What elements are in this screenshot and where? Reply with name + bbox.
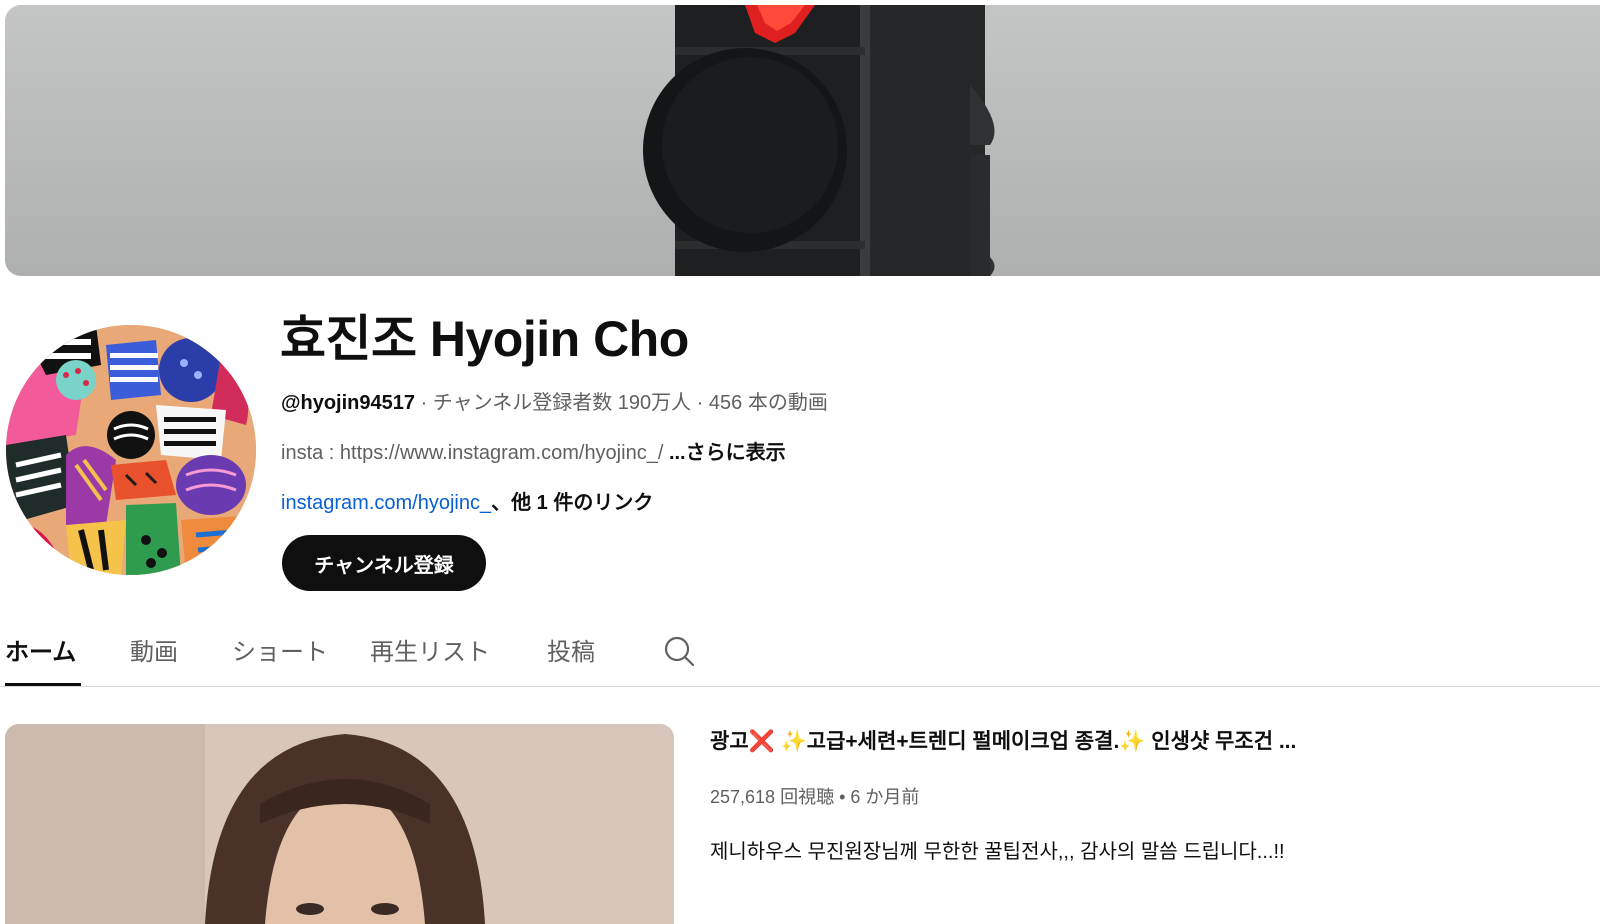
description-text: insta : https://www.instagram.com/hyojin… (281, 442, 669, 464)
meta-separator: · (691, 392, 709, 414)
tab-playlists[interactable]: 再生リスト (370, 632, 490, 667)
channel-avatar[interactable] (6, 325, 256, 575)
video-count: 456 本の動画 (708, 392, 828, 414)
abstract-pattern-avatar-image (6, 325, 256, 575)
upload-age: 6 か月前 (850, 787, 920, 807)
show-more-button[interactable]: ...さらに表示 (669, 442, 786, 464)
meta-dot: • (834, 787, 851, 807)
channel-name: 효진조 Hyojin Cho (280, 311, 689, 367)
active-tab-indicator (5, 683, 81, 686)
view-count: 257,618 回視聴 (710, 787, 835, 807)
tab-posts[interactable]: 投稿 (547, 632, 595, 667)
featured-video-description: 제니하우스 무진원장님께 무한한 꿀팁전사,,, 감사의 말씀 드립니다...!… (710, 841, 1285, 863)
tab-videos[interactable]: 動画 (130, 632, 178, 667)
meta-separator: · (415, 392, 433, 414)
channel-handle: @hyojin94517 (281, 392, 416, 414)
subscriber-count: チャンネル登録者数 190万人 (432, 392, 692, 414)
channel-banner (5, 5, 1600, 276)
tab-shorts[interactable]: ショート (232, 632, 328, 667)
traffic-light-banner-image (643, 5, 995, 276)
subscribe-button[interactable]: チャンネル登録 (282, 535, 486, 591)
other-links-button[interactable]: 、他 1 件のリンク (491, 492, 653, 514)
featured-video-title[interactable]: 광고❌ ✨고급+세련+트렌디 펄메이크업 종결.✨ 인생샷 무조건 ... (710, 725, 1296, 755)
tab-home[interactable]: ホーム (5, 632, 76, 667)
featured-video-thumbnail[interactable] (5, 724, 674, 924)
featured-video-meta: 257,618 回視聴 • 6 か月前 (710, 783, 919, 809)
search-icon[interactable] (662, 634, 696, 668)
instagram-link[interactable]: instagram.com/hyojinc_ (281, 492, 491, 514)
channel-meta: @hyojin94517 · チャンネル登録者数 190万人 · 456 本の動… (281, 386, 828, 415)
channel-tabs: ホーム 動画 ショート 再生リスト 投稿 (0, 612, 1600, 687)
channel-description[interactable]: insta : https://www.instagram.com/hyojin… (281, 436, 786, 465)
video-thumbnail-image (5, 724, 674, 924)
channel-links: instagram.com/hyojinc_、他 1 件のリンク (281, 486, 653, 515)
